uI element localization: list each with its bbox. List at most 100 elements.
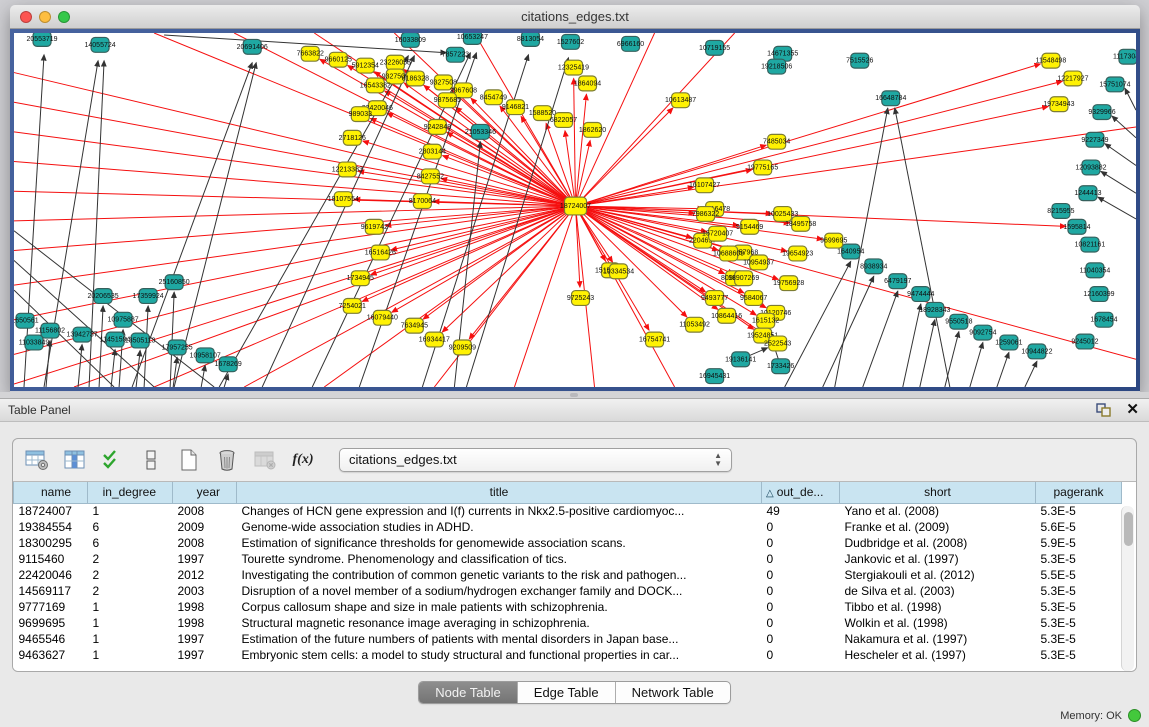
table-cell[interactable]: Tourette syndrome. Phenomenology and cla… bbox=[237, 551, 762, 567]
table-cell[interactable]: 0 bbox=[762, 647, 840, 663]
graph-node[interactable]: 6966160 bbox=[617, 36, 644, 51]
graph-node[interactable]: 7634945 bbox=[401, 318, 428, 333]
table-cell[interactable]: Tibbo et al. (1998) bbox=[840, 599, 1036, 615]
table-cell[interactable]: 1 bbox=[88, 631, 173, 647]
table-row[interactable]: 1830029562008Estimation of significance … bbox=[14, 535, 1122, 551]
table-cell[interactable]: 5.3E-5 bbox=[1036, 599, 1122, 615]
graph-node[interactable]: 12325419 bbox=[558, 60, 589, 75]
graph-node[interactable]: 10944822 bbox=[1021, 344, 1052, 359]
table-cell[interactable]: 9465546 bbox=[14, 631, 88, 647]
table-cell[interactable]: Structural magnetic resonance image aver… bbox=[237, 615, 762, 631]
table-cell[interactable]: 1998 bbox=[173, 599, 237, 615]
table-cell[interactable]: 2009 bbox=[173, 519, 237, 535]
table-row[interactable]: 1938455462009Genome-wide association stu… bbox=[14, 519, 1122, 535]
graph-node[interactable]: 19756928 bbox=[773, 276, 804, 291]
graph-node[interactable]: 1595814 bbox=[1063, 219, 1090, 234]
column-header-pagerank[interactable]: pagerank bbox=[1036, 482, 1122, 503]
table-cell[interactable]: 6 bbox=[88, 535, 173, 551]
graph-node[interactable]: 23226058 bbox=[380, 55, 411, 70]
table-row[interactable]: 946554611997Estimation of the future num… bbox=[14, 631, 1122, 647]
memory-status-icon[interactable] bbox=[1128, 709, 1141, 722]
new-column-icon[interactable] bbox=[175, 447, 203, 473]
graph-node[interactable]: 12217927 bbox=[1057, 71, 1088, 86]
table-cell[interactable]: 5.6E-5 bbox=[1036, 519, 1122, 535]
graph-node[interactable]: 1527602 bbox=[557, 34, 584, 49]
graph-node[interactable]: 18724007 bbox=[560, 197, 591, 215]
table-cell[interactable]: Wolkin et al. (1998) bbox=[840, 615, 1036, 631]
graph-node[interactable]: 9493777 bbox=[701, 291, 728, 306]
table-cell[interactable]: 2 bbox=[88, 567, 173, 583]
graph-node[interactable]: 6479197 bbox=[884, 274, 911, 289]
graph-node[interactable]: 6822057 bbox=[550, 113, 577, 128]
graph-node[interactable]: 9227349 bbox=[1081, 132, 1108, 147]
table-cell[interactable]: Disruption of a novel member of a sodium… bbox=[237, 583, 762, 599]
table-selector-dropdown[interactable]: citations_edges.txt ▲▼ bbox=[339, 448, 732, 472]
table-cell[interactable]: 0 bbox=[762, 615, 840, 631]
graph-node[interactable]: 12160399 bbox=[1083, 287, 1114, 302]
table-cell[interactable]: 5.3E-5 bbox=[1036, 615, 1122, 631]
column-header-name[interactable]: name bbox=[14, 482, 88, 503]
table-cell[interactable]: 18300295 bbox=[14, 535, 88, 551]
table-cell[interactable]: 49 bbox=[762, 503, 840, 519]
column-header-title[interactable]: title bbox=[237, 482, 762, 503]
table-cell[interactable]: 0 bbox=[762, 551, 840, 567]
table-cell[interactable]: 14569117 bbox=[14, 583, 88, 599]
graph-node[interactable]: 17957255 bbox=[162, 340, 193, 355]
minimize-window-icon[interactable] bbox=[39, 11, 51, 23]
column-header-year[interactable]: year bbox=[173, 482, 237, 503]
table-cell[interactable]: Genome-wide association studies in ADHD. bbox=[237, 519, 762, 535]
graph-node[interactable]: 20206535 bbox=[88, 289, 119, 304]
table-cell[interactable]: 5.3E-5 bbox=[1036, 583, 1122, 599]
table-cell[interactable]: 0 bbox=[762, 583, 840, 599]
graph-node[interactable]: 18107554 bbox=[328, 192, 359, 207]
graph-node[interactable]: 9146821 bbox=[502, 100, 529, 115]
table-cell[interactable]: 6 bbox=[88, 519, 173, 535]
close-panel-icon[interactable]: ✕ bbox=[1126, 402, 1139, 418]
table-settings-icon[interactable] bbox=[23, 447, 51, 473]
table-cell[interactable]: 5.3E-5 bbox=[1036, 631, 1122, 647]
graph-node[interactable]: 10653247 bbox=[457, 33, 488, 44]
table-cell[interactable]: 2012 bbox=[173, 567, 237, 583]
tab-edge-table[interactable]: Edge Table bbox=[518, 682, 616, 703]
table-cell[interactable]: Jankovic et al. (1997) bbox=[840, 551, 1036, 567]
graph-node[interactable]: 19775165 bbox=[747, 160, 778, 175]
table-cell[interactable]: Franke et al. (2009) bbox=[840, 519, 1036, 535]
column-header-short[interactable]: short bbox=[840, 482, 1036, 503]
graph-node[interactable]: 10613487 bbox=[665, 93, 696, 108]
graph-node[interactable]: 11548498 bbox=[1036, 53, 1067, 68]
table-row[interactable]: 2242004622012Investigating the contribut… bbox=[14, 567, 1122, 583]
table-cell[interactable]: Nakamura et al. (1997) bbox=[840, 631, 1036, 647]
split-view-icon[interactable] bbox=[137, 447, 165, 473]
table-cell[interactable]: 0 bbox=[762, 599, 840, 615]
graph-node[interactable]: 8215955 bbox=[1047, 204, 1074, 219]
table-cell[interactable]: de Silva et al. (2003) bbox=[840, 583, 1036, 599]
table-cell[interactable]: Embryonic stem cells: a model to study s… bbox=[237, 647, 762, 663]
graph-node[interactable]: 8938934 bbox=[860, 259, 887, 274]
table-cell[interactable]: 18724007 bbox=[14, 503, 88, 519]
graph-node[interactable]: 8454749 bbox=[480, 90, 507, 105]
table-cell[interactable]: Corpus callosum shape and size in male p… bbox=[237, 599, 762, 615]
graph-node[interactable]: 16033809 bbox=[395, 33, 426, 47]
delete-column-icon[interactable] bbox=[213, 447, 241, 473]
graph-node[interactable]: 11173044 bbox=[1113, 49, 1136, 64]
import-table-icon[interactable] bbox=[251, 447, 279, 473]
table-cell[interactable]: Estimation of the future numbers of pati… bbox=[237, 631, 762, 647]
table-cell[interactable]: 1997 bbox=[173, 551, 237, 567]
table-cell[interactable]: 0 bbox=[762, 535, 840, 551]
graph-node[interactable]: 9092754 bbox=[969, 325, 996, 340]
graph-node[interactable]: 11053492 bbox=[679, 317, 710, 332]
scrollbar-thumb[interactable] bbox=[1124, 512, 1133, 546]
table-cell[interactable]: 1 bbox=[88, 503, 173, 519]
graph-node[interactable]: 7857223 bbox=[442, 47, 469, 62]
float-window-icon[interactable] bbox=[1096, 403, 1112, 418]
graph-node[interactable]: 9327508 bbox=[430, 75, 457, 90]
graph-node[interactable]: 25160850 bbox=[159, 275, 190, 290]
graph-node[interactable]: 9245012 bbox=[1071, 334, 1098, 349]
graph-node[interactable]: 16648784 bbox=[875, 91, 906, 106]
graph-node[interactable]: 19654923 bbox=[782, 246, 813, 261]
graph-node[interactable]: 7515526 bbox=[846, 53, 873, 68]
graph-node[interactable]: 18928343 bbox=[919, 302, 950, 317]
graph-node[interactable]: 16934417 bbox=[419, 332, 450, 347]
graph-node[interactable]: 1734945 bbox=[347, 271, 374, 286]
window-titlebar[interactable]: citations_edges.txt bbox=[10, 5, 1140, 29]
